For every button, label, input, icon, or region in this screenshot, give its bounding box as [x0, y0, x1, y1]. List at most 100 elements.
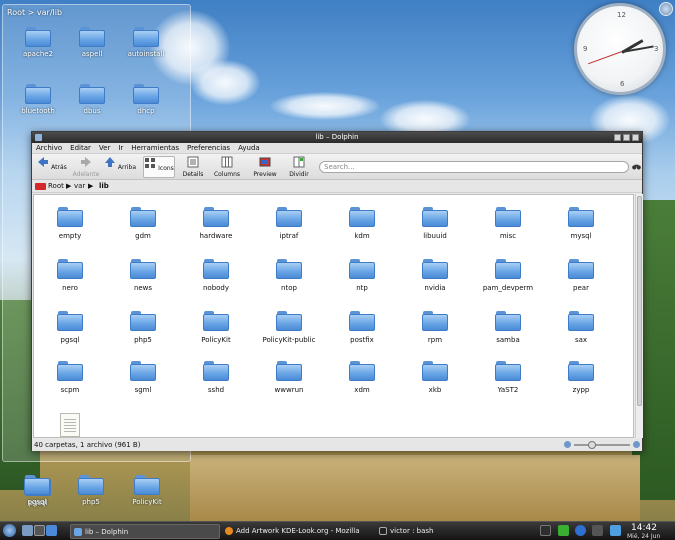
zoom-in-icon[interactable]: [633, 441, 640, 448]
terminal-icon[interactable]: [34, 525, 45, 536]
icons-view-button[interactable]: Icons: [143, 156, 175, 178]
taskbar-clock-date[interactable]: Mié, 24 Jun: [627, 533, 660, 540]
desktop-folder[interactable]: apache2: [11, 27, 65, 58]
zoom-handle[interactable]: [588, 441, 596, 449]
task-firefox[interactable]: Add Artwork KDE-Look.org - Mozilla Firef…: [222, 524, 374, 539]
folder-icon: [568, 259, 594, 279]
vertical-scrollbar[interactable]: [635, 194, 643, 438]
task-terminal[interactable]: victor : bash: [376, 524, 506, 539]
folder-item[interactable]: mysql: [545, 207, 617, 240]
file-item[interactable]: [34, 413, 106, 437]
menu-herramientas[interactable]: Herramientas: [127, 143, 183, 154]
folder-item[interactable]: sax: [545, 311, 617, 344]
folder-item[interactable]: sgml: [107, 361, 179, 394]
columns-view-button[interactable]: Columns: [211, 156, 243, 178]
folder-item[interactable]: wwwrun: [253, 361, 325, 394]
breadcrumb-root[interactable]: Root: [48, 182, 64, 191]
folder-item[interactable]: libuuid: [399, 207, 471, 240]
task-dolphin[interactable]: lib – Dolphin: [70, 524, 220, 539]
desktop-folder[interactable]: autoinstall: [119, 27, 173, 58]
binoculars-icon[interactable]: [632, 162, 641, 171]
folder-item[interactable]: pam_devperm: [472, 259, 544, 292]
folder-item[interactable]: misc: [472, 207, 544, 240]
maximize-button[interactable]: [623, 134, 630, 141]
zoom-out-icon[interactable]: [564, 441, 571, 448]
file-view[interactable]: empty gdm hardware iptraf kdm libuuid misc mysq…: [33, 194, 634, 438]
zoom-track[interactable]: [574, 444, 630, 446]
folder-item[interactable]: ntop: [253, 259, 325, 292]
folder-icon: [568, 311, 594, 331]
network-icon[interactable]: [540, 525, 551, 536]
folder-item[interactable]: samba: [472, 311, 544, 344]
desktop-folder[interactable]: dbus: [65, 84, 119, 115]
dolphin-window[interactable]: lib – Dolphin Archivo Editar Ver Ir Herramie…: [31, 131, 643, 451]
desktop-folder[interactable]: php5: [64, 475, 118, 506]
close-button[interactable]: [632, 134, 639, 141]
desktop-folder[interactable]: bluetooth: [11, 84, 65, 115]
folder-item[interactable]: hardware: [180, 207, 252, 240]
desktop-folder[interactable]: PolicyKit: [120, 475, 174, 506]
folder-item[interactable]: xdm: [326, 361, 398, 394]
menu-archivo[interactable]: Archivo: [32, 143, 66, 154]
folder-item[interactable]: nvidia: [399, 259, 471, 292]
folder-item[interactable]: zypp: [545, 361, 617, 394]
zoom-slider[interactable]: [564, 441, 640, 449]
up-button[interactable]: Arriba: [104, 156, 136, 178]
bluetooth-icon[interactable]: [575, 525, 586, 536]
preview-icon: [259, 157, 271, 167]
preview-button[interactable]: Preview: [249, 156, 281, 178]
scrollbar-thumb[interactable]: [637, 196, 642, 406]
desktop-toolbox-icon[interactable]: [659, 2, 673, 16]
folder-item[interactable]: news: [107, 259, 179, 292]
menu-ayuda[interactable]: Ayuda: [234, 143, 264, 154]
folder-item[interactable]: ntp: [326, 259, 398, 292]
folder-item[interactable]: kdm: [326, 207, 398, 240]
app-menu-icon[interactable]: [35, 134, 42, 141]
folder-item[interactable]: pgsql: [34, 311, 106, 344]
battery-icon[interactable]: [610, 525, 621, 536]
back-button[interactable]: Atrás: [36, 156, 68, 178]
power-icon[interactable]: [592, 525, 603, 536]
folder-icon: [568, 207, 594, 227]
minimize-button[interactable]: [614, 134, 621, 141]
folder-item[interactable]: rpm: [399, 311, 471, 344]
menu-preferencias[interactable]: Preferencias: [183, 143, 234, 154]
folder-item[interactable]: scpm: [34, 361, 106, 394]
taskbar-clock-time[interactable]: 14:42: [631, 523, 657, 533]
folder-item[interactable]: nero: [34, 259, 106, 292]
menu-ir[interactable]: Ir: [114, 143, 127, 154]
folder-item[interactable]: postfix: [326, 311, 398, 344]
breadcrumb-lib[interactable]: lib: [99, 182, 109, 191]
analog-clock-widget[interactable]: 12 3 6 9: [574, 3, 666, 95]
folder-item[interactable]: nobody: [180, 259, 252, 292]
notification-icon[interactable]: [558, 525, 569, 536]
desktop-icon[interactable]: [22, 525, 33, 536]
kde-menu-icon[interactable]: [3, 524, 16, 537]
desktop-folder[interactable]: pgsql: [10, 475, 64, 506]
folder-item[interactable]: gdm: [107, 207, 179, 240]
menu-ver[interactable]: Ver: [95, 143, 114, 154]
folder-item[interactable]: PolicyKit-public: [253, 311, 325, 344]
forward-button[interactable]: Adelante: [70, 156, 102, 178]
folder-item[interactable]: iptraf: [253, 207, 325, 240]
folder-item[interactable]: pear: [545, 259, 617, 292]
menu-editar[interactable]: Editar: [66, 143, 95, 154]
favorites-star-icon[interactable]: [46, 525, 57, 536]
desktop-folder[interactable]: dhcp: [119, 84, 173, 115]
search-input[interactable]: Search...: [319, 161, 629, 173]
folder-item[interactable]: sshd: [180, 361, 252, 394]
folder-item[interactable]: YaST2: [472, 361, 544, 394]
folder-item[interactable]: xkb: [399, 361, 471, 394]
details-view-button[interactable]: Details: [177, 156, 209, 178]
desktop-folder[interactable]: aspell: [65, 27, 119, 58]
folder-label: news: [133, 284, 153, 292]
breadcrumb-var[interactable]: var: [74, 182, 85, 191]
folder-item[interactable]: php5: [107, 311, 179, 344]
folder-item[interactable]: PolicyKit: [180, 311, 252, 344]
window-titlebar[interactable]: lib – Dolphin: [32, 132, 642, 143]
split-button[interactable]: Dividir: [283, 156, 315, 178]
folder-item[interactable]: empty: [34, 207, 106, 240]
folder-icon: [57, 259, 83, 279]
folder-icon: [78, 475, 104, 495]
location-bar[interactable]: Root ▶ var ▶ lib: [32, 180, 642, 193]
